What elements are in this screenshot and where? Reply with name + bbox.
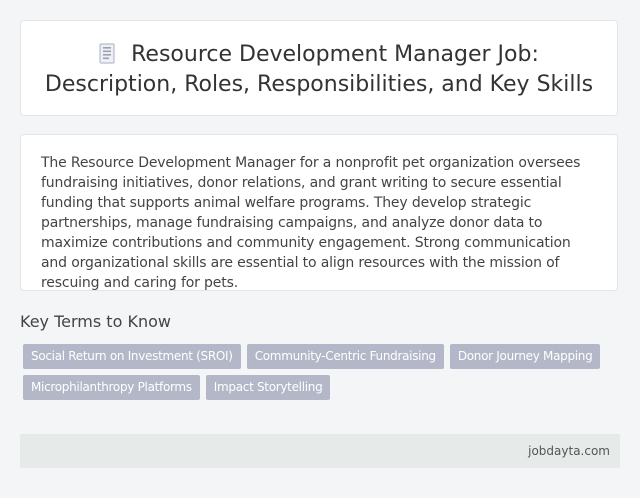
document-icon: [99, 43, 115, 64]
tag-row: Microphilanthropy Platforms Impact Story…: [23, 375, 603, 400]
tag-donor-journey-mapping[interactable]: Donor Journey Mapping: [449, 344, 601, 369]
description-text: The Resource Development Manager for a n…: [41, 155, 581, 291]
key-terms-heading: Key Terms to Know: [20, 312, 171, 331]
tag-impact-storytelling[interactable]: Impact Storytelling: [205, 375, 331, 400]
page-title-text-1: Resource Development Manager Job:: [131, 42, 539, 67]
footer-site-link[interactable]: jobdayta.com: [528, 443, 610, 459]
tag-sroi[interactable]: Social Return on Investment (SROI): [23, 344, 241, 369]
description-card: The Resource Development Manager for a n…: [20, 134, 618, 291]
key-terms-tags: Social Return on Investment (SROI) Commu…: [23, 344, 603, 406]
tag-community-centric-fundraising[interactable]: Community-Centric Fundraising: [246, 344, 444, 369]
page-title-line-1: Resource Development Manager Job:: [21, 40, 617, 70]
tag-microphilanthropy-platforms[interactable]: Microphilanthropy Platforms: [23, 375, 200, 400]
tag-row: Social Return on Investment (SROI) Commu…: [23, 344, 603, 369]
page-title-line-2: Description, Roles, Responsibilities, an…: [44, 72, 594, 97]
title-card: Resource Development Manager Job: Descri…: [20, 20, 618, 116]
footer: jobdayta.com: [20, 434, 620, 468]
